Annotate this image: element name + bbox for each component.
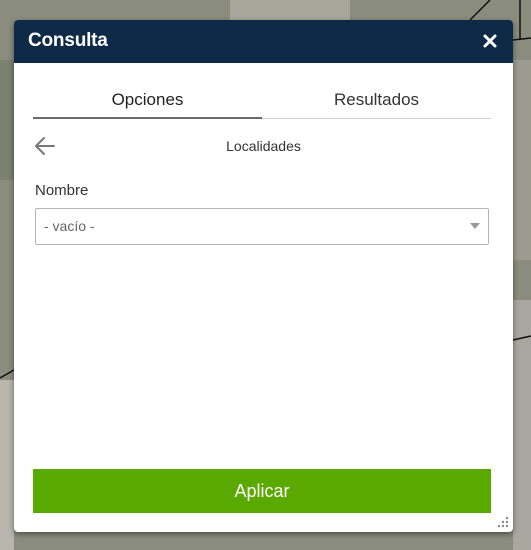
nombre-select-value: - vacío - bbox=[44, 218, 95, 234]
tab-opciones-label: Opciones bbox=[111, 90, 184, 109]
tab-resultados[interactable]: Resultados bbox=[262, 86, 491, 116]
active-tab-indicator bbox=[33, 117, 262, 119]
tab-bar: Opciones Resultados bbox=[33, 86, 491, 119]
nombre-label: Nombre bbox=[35, 182, 89, 199]
apply-button[interactable]: Aplicar bbox=[33, 469, 491, 513]
section-title: Localidades bbox=[226, 138, 301, 154]
nombre-select[interactable]: - vacío - bbox=[35, 208, 489, 245]
tab-opciones[interactable]: Opciones bbox=[33, 86, 262, 116]
query-panel: Consulta Opciones Resultados Localidades… bbox=[14, 20, 513, 532]
resize-handle[interactable] bbox=[496, 515, 510, 529]
close-button[interactable] bbox=[479, 30, 501, 52]
chevron-down-icon bbox=[470, 223, 480, 229]
panel-header: Consulta bbox=[14, 20, 513, 63]
tab-resultados-label: Resultados bbox=[333, 90, 420, 109]
close-icon bbox=[483, 34, 497, 48]
resize-grip-icon bbox=[497, 516, 509, 528]
panel-title: Consulta bbox=[28, 30, 108, 51]
